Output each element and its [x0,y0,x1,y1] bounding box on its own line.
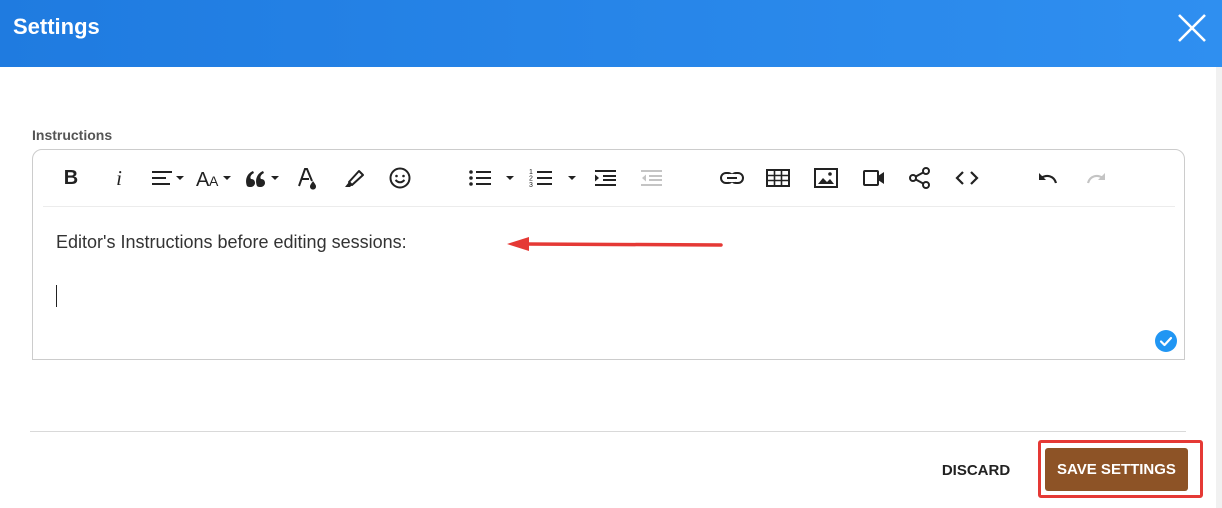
redo-icon [1086,173,1105,184]
discard-button[interactable]: DISCARD [936,452,1016,488]
editor-content-text[interactable]: Editor's Instructions before editing ses… [56,232,407,253]
align-dropdown[interactable] [149,166,189,190]
share-icon [909,167,930,189]
svg-text:A: A [196,169,210,190]
insert-video-button[interactable] [861,166,887,190]
dialog-header: Settings [0,0,1222,67]
table-icon [766,169,790,187]
editor-toolbar: B i A A 1 2 3 [43,150,1175,207]
annotation-arrow [507,237,723,251]
redo-button [1083,166,1109,190]
italic-button[interactable]: i [107,166,131,190]
font-size-dropdown[interactable]: A A [195,166,235,190]
quote-icon [246,171,279,187]
svg-text:A: A [209,173,219,189]
code-view-button[interactable] [953,166,981,190]
text-caret [56,285,57,307]
bold-button[interactable]: B [59,166,83,190]
insert-table-button[interactable] [765,166,791,190]
bold-icon: B [63,166,79,189]
bulleted-list-dropdown[interactable] [467,166,519,190]
check-icon [1155,330,1177,352]
undo-icon [1039,173,1058,184]
text-color-button[interactable] [295,166,319,190]
close-icon[interactable] [1176,12,1208,44]
scrollbar-track[interactable] [1216,67,1222,508]
text-color-icon [298,168,316,190]
highlighter-icon [345,170,364,187]
footer-divider [30,431,1186,432]
svg-text:3: 3 [529,182,533,189]
emoji-button[interactable] [387,166,413,190]
align-left-icon [152,171,184,185]
indent-button[interactable] [593,166,619,190]
share-button[interactable] [907,166,933,190]
quote-dropdown[interactable] [243,166,283,190]
image-icon [814,168,838,188]
emoji-icon [389,167,411,189]
outdent-button [639,166,665,190]
outdent-icon [641,170,662,186]
bulleted-list-icon [469,170,514,186]
code-icon [955,171,979,185]
insert-link-button[interactable] [719,166,745,190]
indent-icon [595,170,616,186]
highlight-button[interactable] [341,166,367,190]
font-size-icon: A A [196,169,231,190]
insert-image-button[interactable] [813,166,839,190]
save-settings-button[interactable]: SAVE SETTINGS [1045,448,1188,491]
instructions-label: Instructions [32,127,113,143]
italic-icon: i [116,165,122,190]
link-icon [720,172,744,184]
rich-text-editor: B i A A 1 2 3 Editor's Instructions befo… [32,149,1185,360]
undo-button[interactable] [1035,166,1061,190]
numbered-list-dropdown[interactable]: 1 2 3 [529,166,581,190]
numbered-list-icon: 1 2 3 [529,169,576,189]
dialog-title: Settings [13,14,100,39]
video-icon [863,170,884,186]
